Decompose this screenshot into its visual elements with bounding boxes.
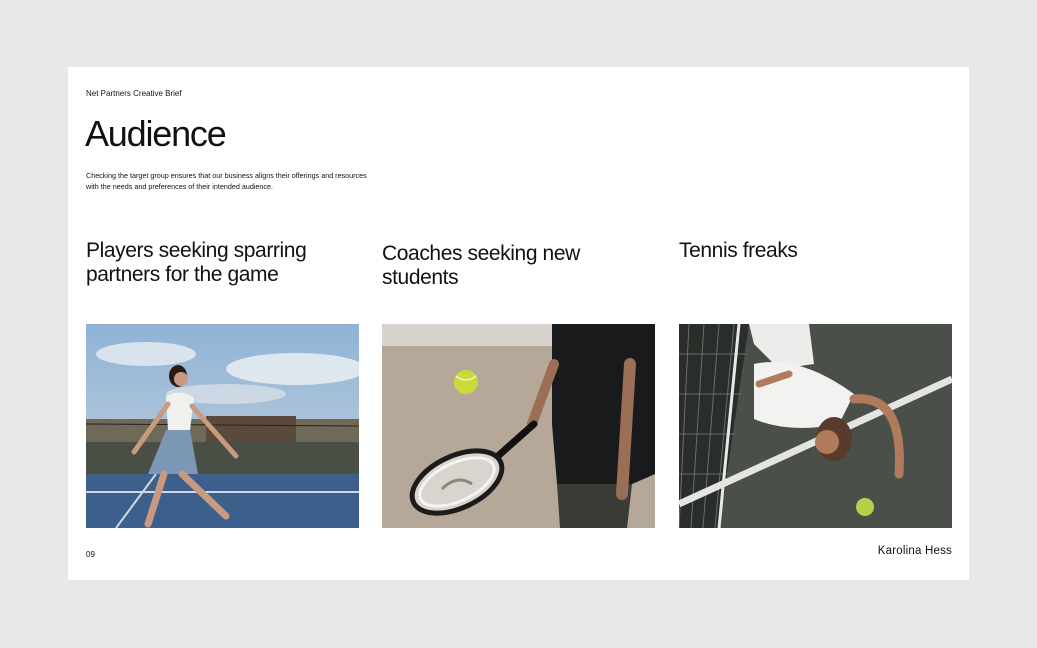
column-title-tennis-freaks: Tennis freaks [679, 239, 798, 262]
photo-player-running-image [86, 324, 359, 528]
page-title: Audience [85, 113, 227, 154]
photo-coach-racket-image [382, 324, 655, 528]
column-title-players: Players seeking sparring partners for th… [86, 239, 307, 286]
page-number: 09 [86, 550, 95, 559]
column-title-coaches: Coaches seeking new students [382, 242, 580, 289]
page-description: Checking the target group ensures that o… [86, 171, 367, 191]
brief-label: Net Partners Creative Brief [86, 89, 182, 98]
photo-player-running [86, 324, 359, 528]
photo-lying-by-net [679, 324, 952, 528]
photo-coach-racket [382, 324, 655, 528]
author-name: Karolina Hess [877, 545, 952, 557]
photo-lying-by-net-image [679, 324, 952, 528]
slide: Net Partners Creative Brief Audience Che… [68, 67, 969, 580]
